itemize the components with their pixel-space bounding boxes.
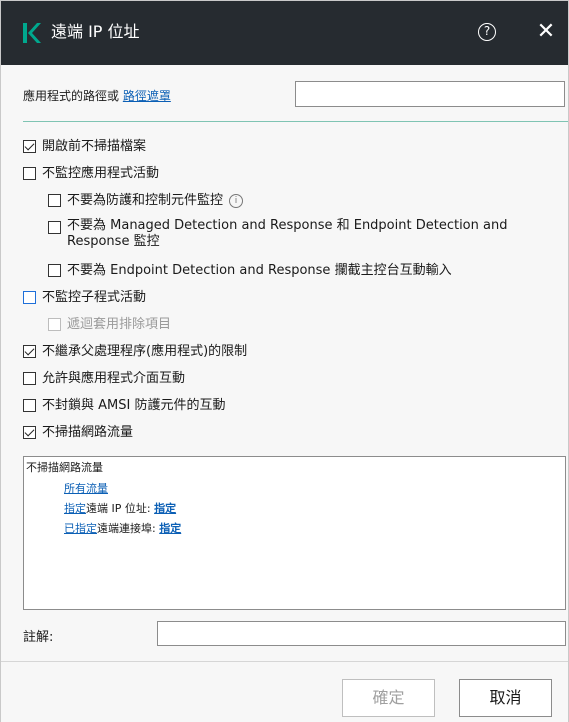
checkbox-checked[interactable]: [23, 426, 36, 439]
specified-toggle-link[interactable]: 已指定: [64, 522, 97, 535]
title-bar: 遠端 IP 位址 ? ✕: [1, 1, 568, 65]
checkbox[interactable]: [48, 264, 61, 277]
path-input[interactable]: [295, 81, 565, 107]
option-no-monitor-mdr-edr[interactable]: 不要為 Managed Detection and Response 和 End…: [48, 218, 553, 249]
option-no-inherit-restrictions[interactable]: 不繼承父處理程序(應用程式)的限制: [23, 342, 247, 364]
rule-heading: 不掃描網路流量: [26, 461, 103, 474]
checkbox-checked[interactable]: [23, 345, 36, 358]
all-traffic-link[interactable]: 所有流量: [64, 482, 108, 495]
rule-description-box: 不掃描網路流量 所有流量 指定遠端 IP 位址: 指定 已指定遠端連接埠: 指定: [23, 456, 566, 610]
option-label: 不要為 Endpoint Detection and Response 攔截主控…: [67, 263, 452, 278]
option-label: 開啟前不掃描檔案: [42, 139, 147, 154]
remote-ip-text: 遠端 IP 位址:: [86, 502, 155, 515]
option-label: 不監控應用程式活動: [42, 166, 160, 181]
checkbox[interactable]: [23, 399, 36, 412]
comment-row: 註解:: [23, 621, 568, 649]
specify-toggle-link[interactable]: 指定: [64, 502, 86, 515]
divider: [23, 121, 568, 122]
checkbox[interactable]: [23, 372, 36, 385]
dialog-window: 遠端 IP 位址 ? ✕ 應用程式的路徑或 路徑遮罩 開啟前不掃描檔案 不監控應…: [0, 0, 569, 722]
checkbox[interactable]: [48, 194, 61, 207]
option-label: 不繼承父處理程序(應用程式)的限制: [42, 344, 248, 359]
comment-input[interactable]: [157, 621, 566, 646]
remote-port-specify-link[interactable]: 指定: [159, 522, 181, 535]
option-label: 不要為 Managed Detection and Response 和 End…: [67, 218, 508, 249]
option-no-scan-on-open[interactable]: 開啟前不掃描檔案: [23, 137, 146, 159]
kaspersky-logo-icon: [23, 23, 41, 43]
ok-button[interactable]: 確定: [342, 679, 435, 717]
option-label: 遞迴套用排除項目: [67, 317, 172, 332]
option-no-block-amsi[interactable]: 不封鎖與 AMSI 防護元件的互動: [23, 396, 225, 418]
comment-label: 註解:: [23, 630, 54, 645]
dialog-footer: 確定 取消: [1, 661, 568, 722]
remote-port-text: 遠端連接埠:: [97, 522, 160, 535]
rule-line-all-traffic: 所有流量: [64, 481, 108, 497]
option-label: 不掃描網路流量: [42, 425, 134, 440]
window-title: 遠端 IP 位址: [51, 22, 140, 41]
option-label: 不封鎖與 AMSI 防護元件的互動: [42, 398, 226, 413]
checkbox-disabled: [48, 318, 61, 331]
option-no-monitor-app[interactable]: 不監控應用程式活動: [23, 164, 159, 186]
help-icon[interactable]: ?: [478, 23, 496, 41]
close-icon[interactable]: ✕: [533, 19, 559, 45]
option-no-scan-network[interactable]: 不掃描網路流量: [23, 423, 133, 445]
path-label: 應用程式的路徑或 路徑遮罩: [23, 87, 171, 104]
option-label: 不要為防護和控制元件監控 i: [67, 191, 244, 210]
option-label-text: 不要為防護和控制元件監控: [67, 193, 224, 208]
option-allow-ui-interaction[interactable]: 允許與應用程式介面互動: [23, 369, 185, 391]
option-label: 不監控子程式活動: [42, 290, 147, 305]
path-mask-link[interactable]: 路徑遮罩: [123, 89, 171, 103]
path-row: 應用程式的路徑或 路徑遮罩: [23, 81, 568, 111]
remote-ip-specify-link[interactable]: 指定: [154, 502, 176, 515]
checkbox-checked[interactable]: [23, 140, 36, 153]
option-no-monitor-child[interactable]: 不監控子程式活動: [23, 288, 146, 310]
option-label: 允許與應用程式介面互動: [42, 371, 186, 386]
rule-line-remote-ip: 指定遠端 IP 位址: 指定: [64, 501, 176, 517]
option-recursive-exclusion: 遞迴套用排除項目: [48, 315, 171, 337]
checkbox-focused[interactable]: [23, 291, 36, 304]
info-icon[interactable]: i: [229, 194, 244, 208]
checkbox[interactable]: [23, 167, 36, 180]
option-no-monitor-protection[interactable]: 不要為防護和控制元件監控 i: [48, 191, 244, 213]
rule-line-remote-port: 已指定遠端連接埠: 指定: [64, 521, 181, 537]
option-no-intercept-console[interactable]: 不要為 Endpoint Detection and Response 攔截主控…: [48, 261, 452, 283]
path-label-text: 應用程式的路徑或: [23, 89, 123, 103]
cancel-button[interactable]: 取消: [459, 679, 552, 717]
checkbox[interactable]: [48, 221, 61, 234]
